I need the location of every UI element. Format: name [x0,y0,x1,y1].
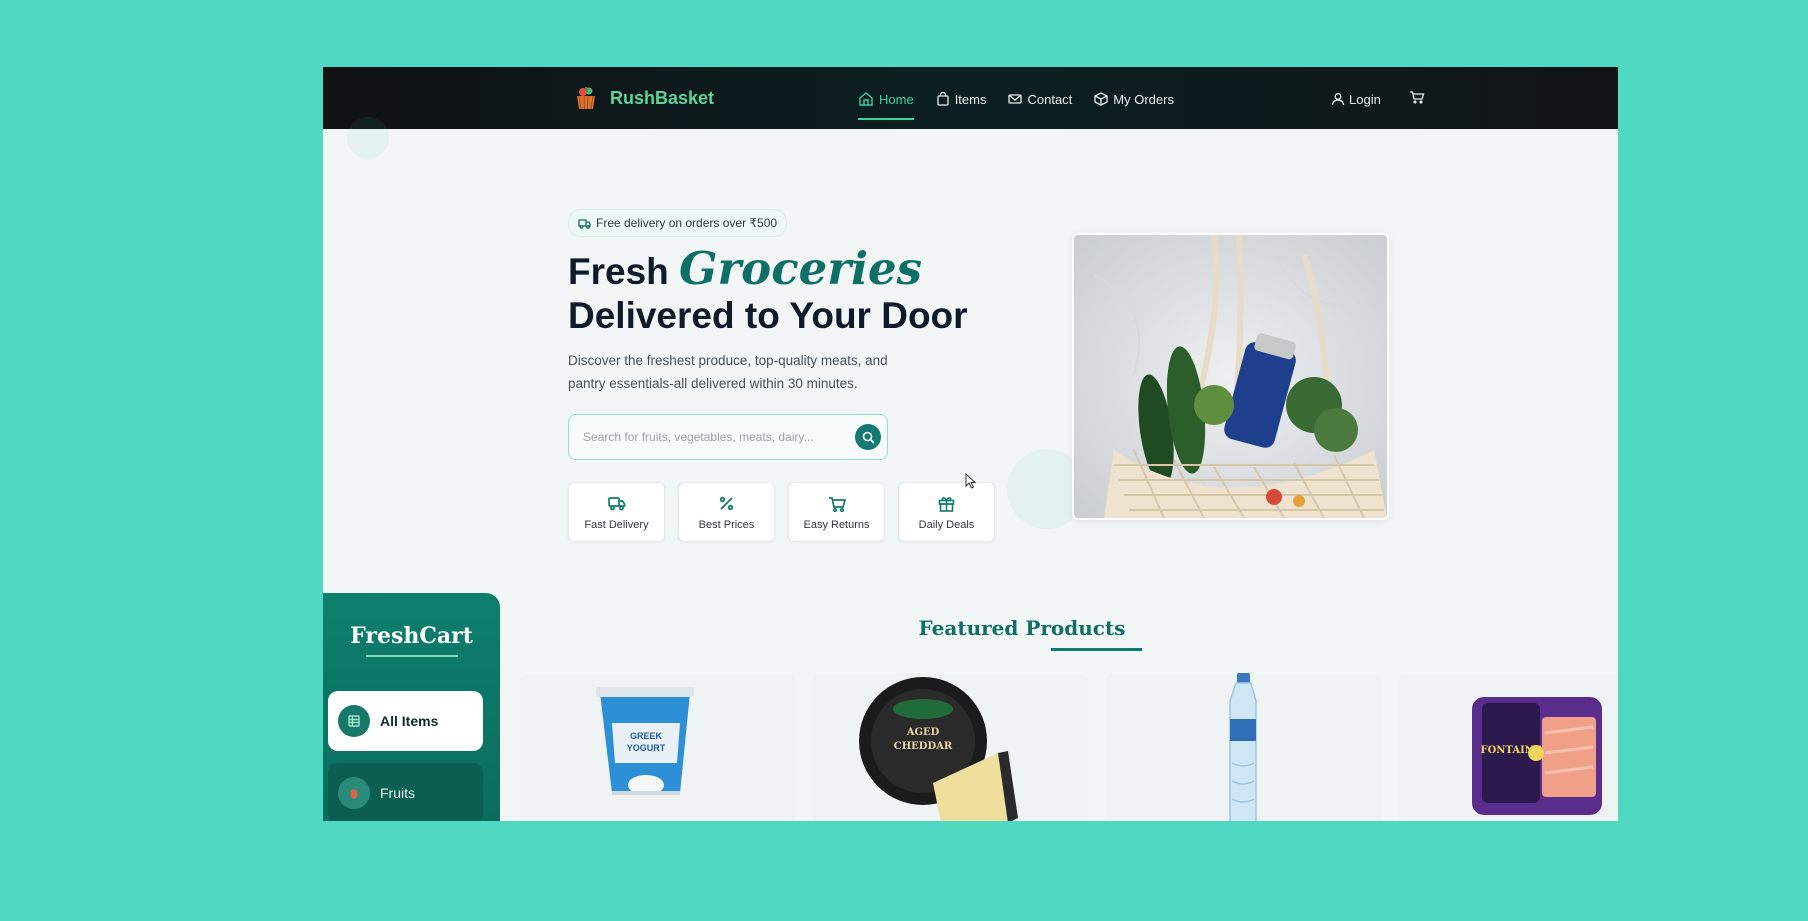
water-bottle-image [1229,673,1257,821]
sidebar-item-label: Fruits [380,785,415,801]
home-icon [859,92,873,106]
nav-link-label: Items [954,91,987,107]
percent-icon [719,496,734,511]
sidebar-title: FreshCart [350,623,473,649]
login-label: Login [1349,91,1381,107]
feature-card-best-prices[interactable]: Best Prices [678,482,775,542]
yogurt-label-line2: YOGURT [627,743,666,753]
product-card-water-bottle[interactable] [1106,673,1381,821]
hero-image-grocery-bag [1072,233,1389,520]
nav-link-items[interactable]: Items [936,81,987,117]
search-bar [568,414,888,460]
package-icon [1094,92,1108,106]
aged-cheddar-image: AGED CHEDDAR [859,677,1018,821]
feature-card-easy-returns[interactable]: Easy Returns [788,482,885,542]
truck-icon [578,218,591,229]
login-button[interactable]: Login [1331,92,1381,107]
featured-products-title: Featured Products [918,616,1126,640]
user-icon [1331,93,1345,106]
hero-title-line1: Fresh Groceries [568,246,968,294]
browser-window: RushBasket Home Items Contact My Orders … [323,67,1618,821]
hero-description: Discover the freshest produce, top-quali… [568,353,888,391]
nav-right: Login [1331,81,1425,117]
nav-link-home[interactable]: Home [858,81,914,120]
grid-icon [338,705,370,737]
hero-title-word: Fresh [568,251,669,292]
hero-title-accent: Groceries [679,242,922,295]
cart-icon [828,496,846,512]
fruit-icon [338,777,370,809]
bag-icon [937,92,949,106]
decorative-circle [347,117,389,159]
nav-link-label: My Orders [1113,91,1174,107]
hero-title: Fresh Groceries Delivered to Your Door [568,246,968,338]
feature-label: Fast Delivery [584,518,649,531]
gift-icon [938,497,955,512]
product-card-aged-cheddar[interactable]: AGED CHEDDAR [813,673,1088,821]
yogurt-label-line1: GREEK [630,731,663,741]
feature-label: Easy Returns [803,518,870,531]
mail-icon [1008,94,1023,104]
basket-logo-icon [572,84,600,112]
feature-label: Daily Deals [918,518,975,531]
search-button[interactable] [855,424,881,450]
sidebar-item-label: All Items [380,713,439,729]
category-sidebar: FreshCart All Items Fruits [323,593,500,821]
featured-underline [1051,648,1142,651]
brand-name: RushBasket [610,87,715,108]
sidebar-item-all-items[interactable]: All Items [328,691,483,751]
nav-link-label: Contact [1027,91,1073,107]
navbar: RushBasket Home Items Contact My Orders … [323,67,1618,129]
feature-label: Best Prices [698,518,755,531]
product-card-greek-yogurt[interactable]: GREEK YOGURT [520,673,795,821]
product-card-fontaine[interactable]: FONTAINE [1399,673,1618,821]
nav-link-label: Home [879,91,914,107]
truck-icon [607,497,625,511]
mouse-cursor-icon [965,473,977,489]
cart-button[interactable] [1409,90,1425,109]
brand[interactable]: RushBasket [572,81,714,115]
search-input[interactable] [581,429,855,445]
nav-links: Home Items Contact My Orders [858,81,1196,120]
badge-text: Free delivery on orders over ₹500 [596,216,778,230]
greek-yogurt-image: GREEK YOGURT [596,687,694,795]
free-delivery-badge: Free delivery on orders over ₹500 [568,209,788,237]
product-list: GREEK YOGURT AGED CHEDDAR FONTAINE [520,673,1618,821]
cheddar-label-line1: AGED [906,727,940,738]
feature-cards: Fast Delivery Best Prices Easy Returns D… [568,482,1008,542]
sidebar-title-underline [365,655,458,657]
cheddar-label-line2: CHEDDAR [894,741,953,752]
search-icon [862,431,875,444]
hero-title-line2: Delivered to Your Door [568,295,968,336]
fontaine-ham-image: FONTAINE [1472,697,1602,815]
sidebar-item-fruits[interactable]: Fruits [328,763,483,821]
feature-card-daily-deals[interactable]: Daily Deals [898,482,995,542]
cart-icon [1409,90,1425,104]
nav-link-contact[interactable]: Contact [1008,81,1072,117]
feature-card-fast-delivery[interactable]: Fast Delivery [568,482,665,542]
nav-link-my-orders[interactable]: My Orders [1094,81,1174,117]
